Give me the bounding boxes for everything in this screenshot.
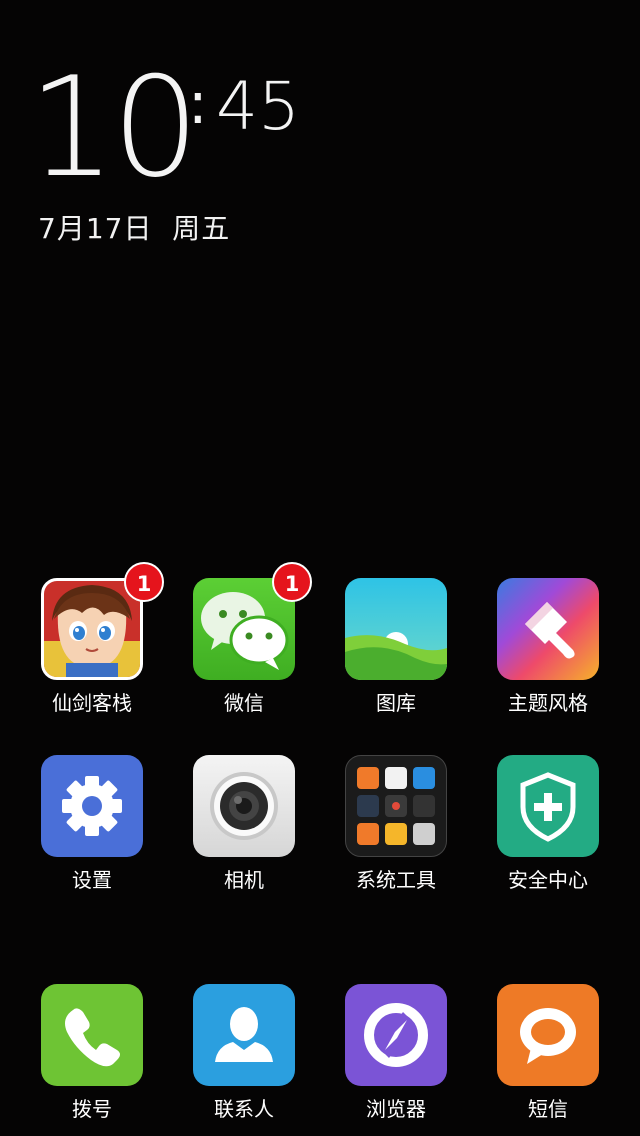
browser-icon — [345, 984, 447, 1086]
clock-minute: 45 — [216, 68, 300, 145]
app-phone[interactable]: 拨号 — [16, 984, 168, 1134]
notification-badge: 1 — [272, 562, 312, 602]
app-wechat[interactable]: 1 微信 — [168, 562, 320, 728]
phone-icon — [41, 984, 143, 1086]
clock-hour: 10 — [28, 47, 200, 208]
app-label: 相机 — [224, 868, 264, 892]
date-label: 7月17日 周五 — [38, 212, 231, 245]
app-label: 浏览器 — [366, 1097, 426, 1121]
app-camera[interactable]: 相机 — [168, 755, 320, 905]
app-label: 短信 — [528, 1097, 568, 1121]
chat-bubble-icon — [497, 984, 599, 1086]
camera-icon — [193, 755, 295, 857]
clock-widget[interactable]: 10 : 45 — [28, 58, 348, 198]
app-label: 图库 — [376, 691, 416, 715]
gear-icon — [41, 755, 143, 857]
shield-plus-icon — [497, 755, 599, 857]
app-sms[interactable]: 短信 — [472, 984, 624, 1134]
app-label: 主题风格 — [508, 691, 588, 715]
app-label: 设置 — [72, 868, 112, 892]
person-icon — [193, 984, 295, 1086]
app-security-center[interactable]: 安全中心 — [472, 755, 624, 905]
notification-badge: 1 — [124, 562, 164, 602]
folder-icon — [345, 755, 447, 857]
app-system-tools-folder[interactable]: 系统工具 — [320, 755, 472, 905]
brush-icon — [497, 578, 599, 680]
dock: 拨号 联系人 浏览器 短信 — [0, 984, 640, 1134]
app-label: 微信 — [224, 691, 264, 715]
app-row-1: 1 仙剑客栈 1 微信 图库 主题风格 — [0, 562, 640, 728]
gallery-icon — [345, 578, 447, 680]
app-settings[interactable]: 设置 — [16, 755, 168, 905]
app-gallery[interactable]: 图库 — [320, 578, 472, 728]
app-label: 安全中心 — [508, 868, 588, 892]
app-browser[interactable]: 浏览器 — [320, 984, 472, 1134]
app-label: 拨号 — [72, 1097, 112, 1121]
app-contacts[interactable]: 联系人 — [168, 984, 320, 1134]
app-theme[interactable]: 主题风格 — [472, 578, 624, 728]
app-row-2: 设置 相机 系统工具 安全中心 — [0, 755, 640, 905]
app-xianjian[interactable]: 1 仙剑客栈 — [16, 562, 168, 728]
app-label: 仙剑客栈 — [52, 691, 132, 715]
app-label: 联系人 — [214, 1097, 274, 1121]
app-label: 系统工具 — [356, 868, 436, 892]
clock-separator: : — [188, 69, 208, 137]
